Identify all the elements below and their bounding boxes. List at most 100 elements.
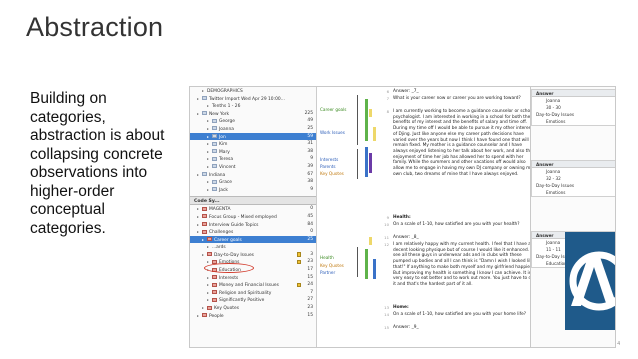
tree-item[interactable]: ▸ Kim 31: [190, 140, 316, 148]
tree-item-label: Significantly Positive: [219, 298, 265, 304]
tree-item-count: 84: [307, 221, 313, 227]
segment-row: Answer: [532, 90, 615, 97]
retrieved-segment[interactable]: Answer Joanna 30 - 30 Day-to-Day Issues Emot…: [531, 89, 615, 126]
tree-item[interactable]: ▸ ...ards: [190, 243, 316, 251]
coding-stripe[interactable]: [369, 237, 372, 245]
tree-item[interactable]: ▸ Key Quotes 23: [190, 304, 316, 312]
tree-item-label: People: [209, 313, 224, 319]
tree-item[interactable]: ▸ Religion and Spirituality 7: [190, 289, 316, 297]
code-icon: [202, 313, 207, 318]
paragraph-text: On a scale of 1-10, how satisfied are yo…: [393, 312, 527, 317]
flag-icon: [297, 252, 301, 257]
code-icon: [212, 282, 217, 287]
tree-item-label: Jon: [219, 134, 226, 140]
coding-margin-panel: Career goals Work Issues Interests Paren…: [317, 87, 380, 347]
margin-annotation[interactable]: Partner: [320, 270, 335, 275]
tree-item[interactable]: ▸ Challenges 0: [190, 228, 316, 236]
tree-item[interactable]: ▸ Indiana 67: [190, 171, 316, 179]
segment-row: Day-to-Day Issues: [536, 112, 575, 117]
document-icon: [212, 118, 217, 123]
paragraph-number: 7: [386, 96, 389, 101]
coding-stripe[interactable]: [365, 249, 368, 279]
coding-stripe[interactable]: [365, 99, 368, 141]
tree-item[interactable]: ▸ Significantly Positive 27: [190, 296, 316, 304]
margin-annotation[interactable]: Health: [320, 255, 334, 260]
segment-row: Joanna: [546, 169, 561, 174]
coding-stripe[interactable]: [369, 153, 372, 173]
logo-graphic: [569, 251, 615, 311]
paragraph-text: Answer: _9_: [393, 325, 419, 330]
tree-item[interactable]: ▸ George 49: [190, 117, 316, 125]
paragraph-text: On a scale of 1-10, how satisfied are yo…: [393, 222, 520, 227]
tree-item[interactable]: ▸ DEMOGRAPHICS: [190, 87, 316, 95]
margin-annotation[interactable]: Parents: [320, 164, 336, 169]
tree-item[interactable]: ▸ Twitter Import Wed Apr 29 10:00...: [190, 95, 316, 103]
tree-item-label: Interview Guide Topics: [209, 222, 259, 228]
flag-icon: [297, 282, 301, 288]
code-system-header[interactable]: Code Sy...: [190, 196, 316, 206]
tree-item-count: 38: [307, 179, 313, 185]
coding-stripe[interactable]: [373, 259, 376, 279]
transcript-paragraph[interactable]: 11 Answer: _8_: [380, 235, 540, 241]
transcript-paragraph[interactable]: 8 I am currently working to become a gui…: [380, 109, 540, 177]
transcript-paragraph[interactable]: 7 What is your career now or career you …: [380, 96, 540, 102]
tree-item[interactable]: ▸ New York 225: [190, 110, 316, 118]
tree-item-label: Money and Financial Issues: [219, 283, 279, 289]
coding-stripe[interactable]: [369, 109, 372, 117]
transcript-paragraph[interactable]: 6 Answer: _7_: [380, 89, 540, 95]
tree-item[interactable]: ▸ Jon 59: [190, 132, 316, 141]
document-icon: [202, 96, 207, 101]
tree-item[interactable]: ▸ Joanna 25: [190, 125, 316, 133]
coding-bracket: [357, 247, 360, 277]
tree-item-count: 59: [307, 133, 313, 139]
tree-item[interactable]: ▸ People 15: [190, 312, 316, 320]
document-icon: [202, 111, 207, 116]
coding-stripe[interactable]: [373, 127, 376, 141]
document-icon: [212, 149, 217, 154]
code-icon: [202, 206, 207, 211]
tree-item-count: 45: [307, 213, 313, 219]
tree-item-label: Interests: [219, 275, 239, 281]
tree-item[interactable]: ▸ Mary 38: [190, 148, 316, 156]
margin-annotation[interactable]: Key Quotes: [320, 171, 344, 176]
paragraph-number: 10: [384, 222, 389, 227]
transcript-paragraph[interactable]: 13 Home:: [380, 305, 540, 311]
tree-item[interactable]: ▸ Vincent 39: [190, 163, 316, 171]
tree-item[interactable]: ▸ Grace 38: [190, 178, 316, 186]
tree-item[interactable]: ▸ Interview Guide Topics 84: [190, 221, 316, 229]
retrieved-segment[interactable]: Answer Joanna 32 - 32 Day-to-Day Issues Emot…: [531, 160, 615, 197]
margin-annotation[interactable]: Career goals: [320, 107, 346, 112]
margin-annotation[interactable]: Interests: [320, 157, 338, 162]
tree-item[interactable]: ▸ Teresa 9: [190, 155, 316, 163]
coding-bracket: [357, 149, 360, 179]
tree-item-count: 0: [310, 206, 313, 212]
tree-item[interactable]: ▸ Day-to-Day Issues 3: [190, 251, 316, 259]
segment-row: Emotions: [546, 119, 566, 124]
document-icon: [212, 179, 217, 184]
tree-item[interactable]: ▸ Focus Group - Mixed employed 45: [190, 213, 316, 221]
transcript-paragraph[interactable]: 9 Health:: [380, 215, 540, 221]
tree-item[interactable]: ▸ MAGENTA 0: [190, 205, 316, 213]
tree-item[interactable]: ▸ Tenths 1 - 26: [190, 102, 316, 110]
tree-item[interactable]: ▸ Career goals 25: [190, 235, 316, 244]
transcript-paragraph[interactable]: 14 On a scale of 1-10, how satisfied are…: [380, 312, 540, 318]
tree-item-count: 0: [310, 229, 313, 235]
paragraph-text: Answer: _7_: [393, 89, 419, 94]
tree-item[interactable]: ▸ Money and Financial Issues 24: [190, 281, 316, 289]
paragraph-text: I am currently working to become a guida…: [393, 109, 534, 177]
paragraph-text: What is your career now or career you ar…: [393, 96, 521, 101]
tree-item-count: 17: [307, 267, 313, 273]
margin-annotation[interactable]: Work Issues: [320, 130, 345, 135]
tree-item-label: Tenths 1 - 26: [212, 104, 241, 110]
tree-item-label: Mary: [219, 149, 230, 155]
margin-annotation[interactable]: Key Quotes: [320, 263, 344, 268]
tree-item-label: Jack: [219, 187, 228, 193]
tree-item[interactable]: ▸ Jack 9: [190, 186, 316, 194]
transcript-paragraph[interactable]: 10 On a scale of 1-10, how satisfied are…: [380, 222, 540, 228]
tree-item-count: 31: [307, 141, 313, 147]
tree-item[interactable]: ▸ Interests 15: [190, 274, 316, 282]
transcript-paragraph[interactable]: 12 I am relatively happy with my current…: [380, 242, 540, 288]
transcript-paragraph[interactable]: 15 Answer: _9_: [380, 325, 540, 331]
tree-item-label: MAGENTA: [209, 207, 231, 213]
coding-stripe[interactable]: [365, 147, 368, 177]
